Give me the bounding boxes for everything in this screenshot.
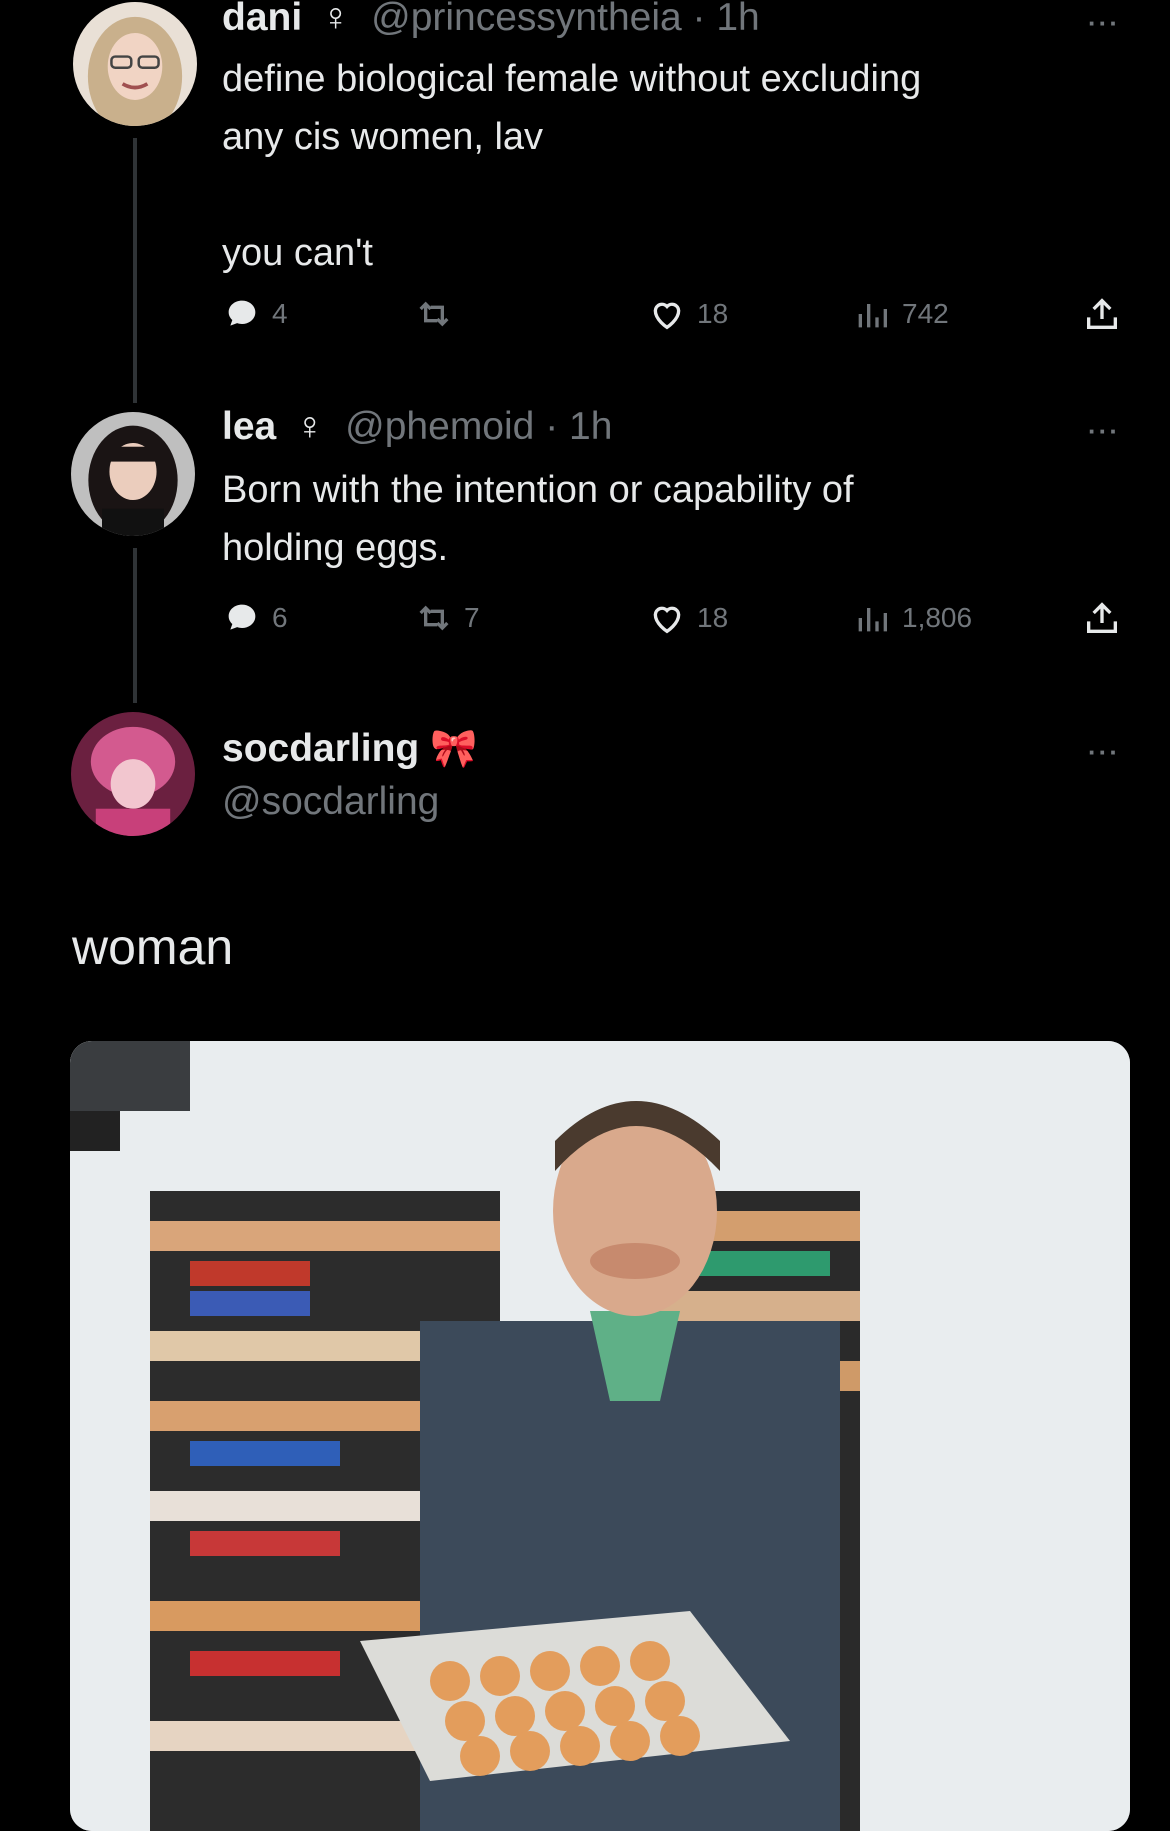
gender-symbol: ♀ (321, 0, 351, 39)
tweet-header: lea ♀ @phemoid · 1h (222, 405, 612, 449)
tweet-text-line (222, 166, 1072, 224)
tweet-text-line: you can't (222, 232, 373, 274)
gender-symbol: ♀ (295, 405, 325, 448)
tweet-text-line: define biological female without excludi… (222, 58, 922, 100)
reply-button[interactable]: 6 (222, 598, 288, 638)
retweet-icon (419, 301, 449, 327)
reply-icon (228, 604, 256, 630)
display-name[interactable]: lea (222, 405, 276, 448)
action-bar: 4 18 742 (222, 294, 1132, 344)
handle[interactable]: @socdarling (222, 780, 439, 824)
reply-count: 4 (272, 298, 288, 329)
avatar[interactable] (71, 412, 195, 536)
like-count: 18 (697, 298, 729, 329)
avatar[interactable] (73, 2, 197, 126)
views-button[interactable]: 1,806 (852, 598, 972, 638)
more-icon[interactable]: ··· (1088, 737, 1120, 768)
tweet-header: dani ♀ @princessyntheia · 1h (222, 0, 760, 40)
tweet-text-line: holding eggs. (222, 527, 449, 569)
like-count: 18 (697, 602, 729, 633)
more-icon[interactable]: ··· (1088, 8, 1120, 39)
views-icon (858, 608, 887, 632)
like-icon (653, 302, 681, 330)
thread-line (133, 548, 137, 703)
retweet-button[interactable] (414, 294, 464, 334)
reply-count: 6 (272, 602, 288, 633)
reply-icon (228, 300, 256, 326)
tweet-text-line: any cis women, lav (222, 116, 544, 158)
tweet-photo[interactable] (70, 1041, 1130, 1831)
views-count: 1,806 (902, 602, 973, 633)
retweet-button[interactable]: 7 (414, 598, 480, 638)
handle[interactable]: @phemoid (345, 405, 534, 448)
display-name[interactable]: dani (222, 0, 302, 39)
quote-text: woman (72, 919, 234, 975)
like-icon (653, 606, 681, 634)
handle[interactable]: @princessyntheia (371, 0, 682, 39)
like-button[interactable]: 18 (647, 294, 728, 334)
views-icon (858, 304, 887, 328)
like-button[interactable]: 18 (647, 598, 728, 638)
retweet-count: 7 (464, 602, 480, 633)
avatar[interactable] (71, 712, 195, 836)
timestamp[interactable]: · 1h (693, 0, 760, 39)
share-button[interactable] (1082, 598, 1132, 638)
tweet-text-line: Born with the intention or capability of (222, 469, 854, 511)
share-icon (1087, 602, 1117, 633)
reply-button[interactable]: 4 (222, 294, 288, 334)
views-count: 742 (902, 298, 949, 329)
thread-line (133, 138, 137, 403)
display-name[interactable]: socdarling (222, 727, 419, 770)
tweet-text: Born with the intention or capability of… (222, 461, 1072, 577)
action-bar: 6 7 18 1,806 (222, 598, 1132, 648)
more-icon[interactable]: ··· (1088, 416, 1120, 447)
tweet-text: define biological female without excludi… (222, 50, 1072, 282)
timestamp[interactable]: · 1h (545, 405, 612, 448)
bow-badge: 🎀 (430, 728, 478, 770)
views-button[interactable]: 742 (852, 294, 949, 334)
share-button[interactable] (1082, 294, 1132, 334)
share-icon (1087, 298, 1117, 329)
retweet-icon (419, 605, 449, 631)
quote-header: socdarling 🎀 (222, 727, 477, 771)
